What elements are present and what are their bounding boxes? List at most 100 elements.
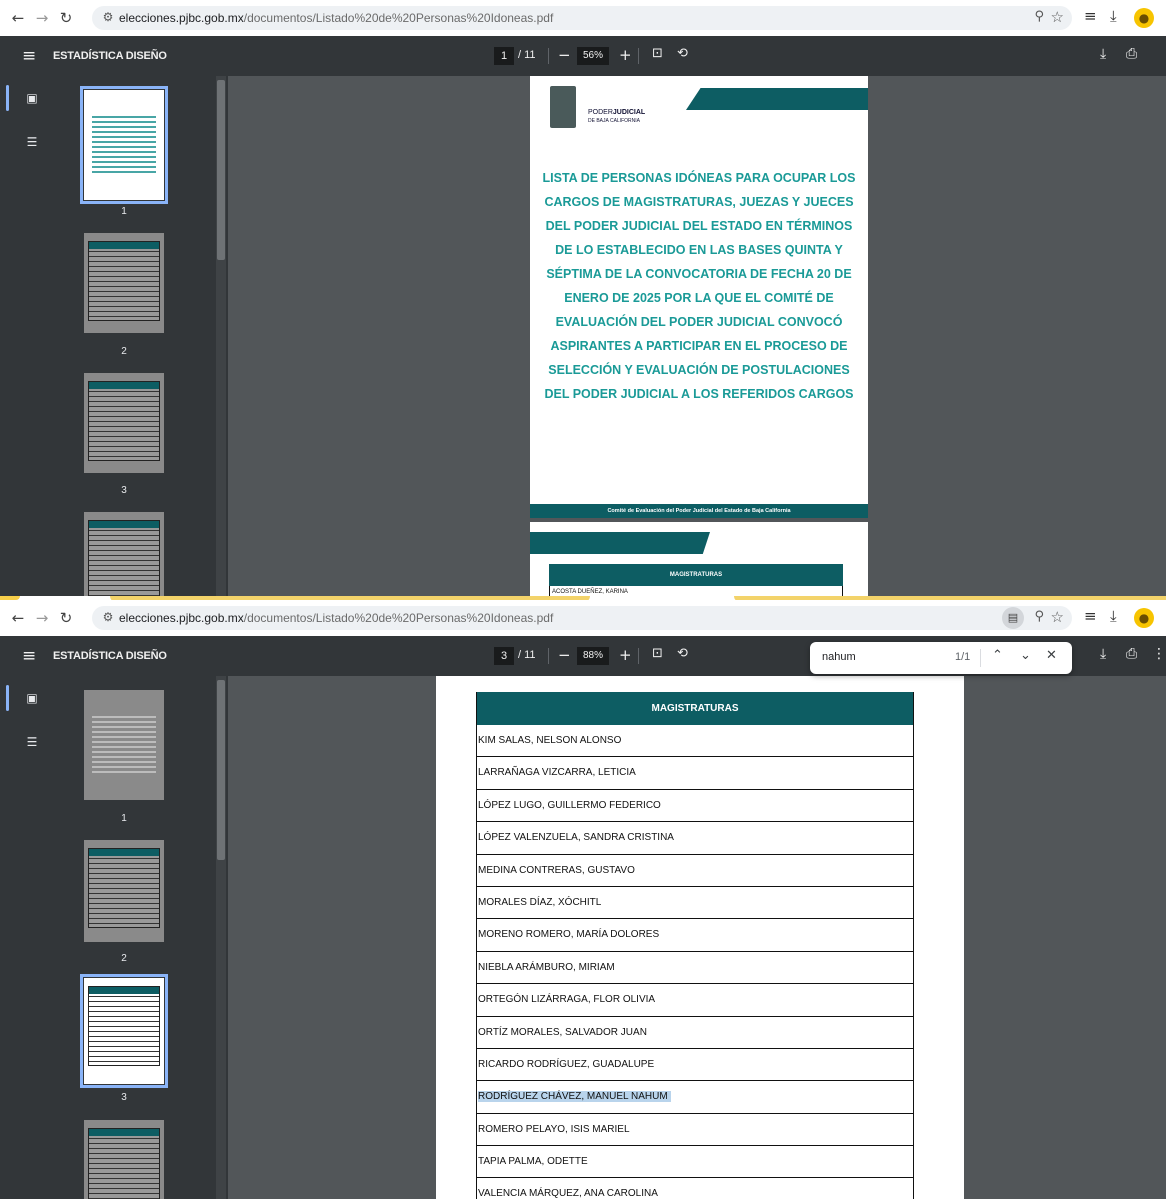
table-header: MAGISTRATURAS — [477, 692, 913, 725]
table-row: ORTÍZ MORALES, SALVADOR JUAN — [477, 1017, 913, 1049]
document-heading: LISTA DE PERSONAS IDÓNEAS PARA OCUPAR LO… — [542, 171, 856, 401]
thumbnail-number: 1 — [121, 813, 127, 824]
thumbnail-table — [88, 986, 160, 1066]
table-row: MORALES DÍAZ, XÓCHITL — [477, 887, 913, 920]
menu-icon[interactable]: ≡ — [22, 46, 36, 66]
thumbnails-icon[interactable]: ▣ — [24, 690, 40, 706]
site-settings-icon[interactable]: ⚙ — [100, 9, 116, 25]
url-bar[interactable]: ⚙ elecciones.pjbc.gob.mx/documentos/List… — [92, 606, 1072, 630]
reading-list-icon[interactable]: ≡ — [1084, 607, 1097, 625]
download-icon[interactable]: ⤓ — [1110, 607, 1117, 625]
download-icon[interactable]: ⤓ — [1110, 7, 1117, 25]
zoom-input[interactable]: 56% — [577, 47, 609, 65]
close-icon[interactable]: ✕ — [1046, 648, 1057, 663]
thumbnail-page-3[interactable] — [84, 373, 164, 473]
fit-page-icon[interactable]: ⊡ — [652, 646, 663, 661]
top-screenshot-panel: ← → ↻ ⚙ elecciones.pjbc.gob.mx/documento… — [0, 0, 1166, 596]
header-banner — [530, 532, 710, 554]
table-header: MAGISTRATURAS — [549, 564, 843, 586]
thumbnail-page-1[interactable] — [80, 86, 168, 204]
table-row: ROMERO PELAYO, ISIS MARIEL — [477, 1114, 913, 1147]
forward-icon[interactable]: → — [32, 608, 52, 628]
outline-icon[interactable]: ☰ — [24, 134, 40, 150]
reading-list-icon[interactable]: ≡ — [1084, 7, 1097, 25]
thumbnail-page-2[interactable] — [84, 233, 164, 333]
search-match-highlight: RODRÍGUEZ CHÁVEZ, MANUEL NAHUM — [478, 1091, 671, 1103]
url-text[interactable]: elecciones.pjbc.gob.mx/documentos/Listad… — [119, 611, 553, 625]
thumbnail-number: 3 — [121, 1092, 127, 1103]
chevron-down-icon[interactable]: ⌄ — [1020, 648, 1031, 663]
thumbnail-page-2[interactable] — [84, 840, 164, 942]
table-row: NIEBLA ARÁMBURO, MIRIAM — [477, 952, 913, 985]
thumbnail-page-1[interactable] — [84, 690, 164, 800]
chevron-up-icon[interactable]: ⌃ — [992, 648, 1003, 663]
table-row-highlighted: RODRÍGUEZ CHÁVEZ, MANUEL NAHUM — [477, 1081, 913, 1114]
star-icon[interactable]: ☆ — [1051, 8, 1064, 26]
site-settings-icon[interactable]: ⚙ — [100, 609, 116, 625]
page-number-input[interactable]: 3 — [494, 647, 514, 665]
pdf-page-1: PODERJUDICIAL DE BAJA CALIFORNIA LISTA D… — [530, 76, 868, 518]
profile-icon[interactable]: ● — [1134, 8, 1154, 28]
page-total: / 11 — [518, 49, 536, 61]
rotate-icon[interactable]: ⟲ — [677, 46, 688, 61]
url-text[interactable]: elecciones.pjbc.gob.mx/documentos/Listad… — [119, 11, 553, 25]
zoom-out-button[interactable]: − — [558, 46, 571, 64]
bottom-screenshot-panel: ← → ↻ ⚙ elecciones.pjbc.gob.mx/documento… — [0, 600, 1166, 1199]
thumbnail-page-4[interactable] — [84, 1120, 164, 1199]
table-row: VALENCIA MÁRQUEZ, ANA CAROLINA — [477, 1178, 913, 1199]
profile-icon[interactable]: ● — [1134, 608, 1154, 628]
zoom-icon[interactable]: ⚲ — [1034, 609, 1044, 624]
zoom-icon[interactable]: ⚲ — [1034, 9, 1044, 24]
outline-icon[interactable]: ☰ — [24, 734, 40, 750]
find-match-count: 1/1 — [955, 651, 971, 663]
thumbnail-sidebar: ▣ ☰ 1 2 3 — [0, 76, 228, 596]
thumbnails-icon[interactable]: ▣ — [24, 90, 40, 106]
browser-address-bar: ← → ↻ ⚙ elecciones.pjbc.gob.mx/documento… — [0, 0, 1166, 36]
reload-icon[interactable]: ↻ — [56, 608, 76, 628]
logo-subtext: DE BAJA CALIFORNIA — [588, 118, 640, 124]
back-icon[interactable]: ← — [8, 8, 28, 28]
thumbnail-page-3[interactable] — [80, 974, 168, 1088]
table-row: LARRAÑAGA VIZCARRA, LETICIA — [477, 757, 913, 790]
download-pdf-icon[interactable]: ⤓ — [1100, 646, 1106, 662]
zoom-in-button[interactable]: + — [619, 646, 632, 664]
court-logo — [550, 86, 576, 128]
back-icon[interactable]: ← — [8, 608, 28, 628]
url-bar[interactable]: ⚙ elecciones.pjbc.gob.mx/documentos/List… — [92, 6, 1072, 30]
browser-address-bar: ← → ↻ ⚙ elecciones.pjbc.gob.mx/documento… — [0, 600, 1166, 636]
find-input[interactable]: nahum — [822, 651, 856, 663]
sidebar-scroll-thumb[interactable] — [217, 80, 225, 260]
print-icon[interactable]: ⎙ — [1126, 46, 1137, 62]
forward-icon[interactable]: → — [32, 8, 52, 28]
more-options-icon[interactable]: ⋮ — [1152, 646, 1166, 662]
zoom-out-button[interactable]: − — [558, 646, 571, 664]
thumbnail-page-4[interactable] — [84, 512, 164, 596]
toolbar-divider — [548, 48, 549, 64]
toolbar-divider — [548, 648, 549, 664]
reload-icon[interactable]: ↻ — [56, 8, 76, 28]
thumbnail-table — [88, 1128, 160, 1199]
zoom-input[interactable]: 88% — [577, 647, 609, 665]
table-row: TAPIA PALMA, ODETTE — [477, 1146, 913, 1179]
star-icon[interactable]: ☆ — [1051, 608, 1064, 626]
page-footer: Comité de Evaluación del Poder Judicial … — [530, 504, 868, 518]
thumbnail-number: 2 — [121, 346, 127, 357]
rotate-icon[interactable]: ⟲ — [677, 646, 688, 661]
zoom-in-button[interactable]: + — [619, 46, 632, 64]
page-number-input[interactable]: 1 — [494, 47, 514, 65]
print-icon[interactable]: ⎙ — [1126, 646, 1137, 662]
thumbnail-sidebar: ▣ ☰ 1 2 3 — [0, 676, 228, 1199]
menu-icon[interactable]: ≡ — [22, 646, 36, 666]
fit-page-icon[interactable]: ⊡ — [652, 46, 663, 61]
magistraturas-table: MAGISTRATURAS KIM SALAS, NELSON ALONSO L… — [476, 692, 914, 1199]
thumbnail-table — [88, 520, 160, 596]
document-title: ESTADÍSTICA DISEÑO — [53, 50, 167, 62]
thumbnail-table — [88, 848, 160, 928]
download-pdf-icon[interactable]: ⤓ — [1100, 46, 1106, 62]
sidebar-scroll-thumb[interactable] — [217, 680, 225, 860]
thumbnail-table — [88, 381, 160, 461]
toolbar-divider — [638, 48, 639, 64]
pdf-viewer-area: ▣ ☰ 1 2 3 PODERJUDICIAL DE BAJA CALIFORN… — [0, 76, 1166, 596]
reading-mode-icon[interactable]: ▤ — [1002, 607, 1024, 629]
table-row: ORTEGÓN LIZÁRRAGA, FLOR OLIVIA — [477, 984, 913, 1017]
